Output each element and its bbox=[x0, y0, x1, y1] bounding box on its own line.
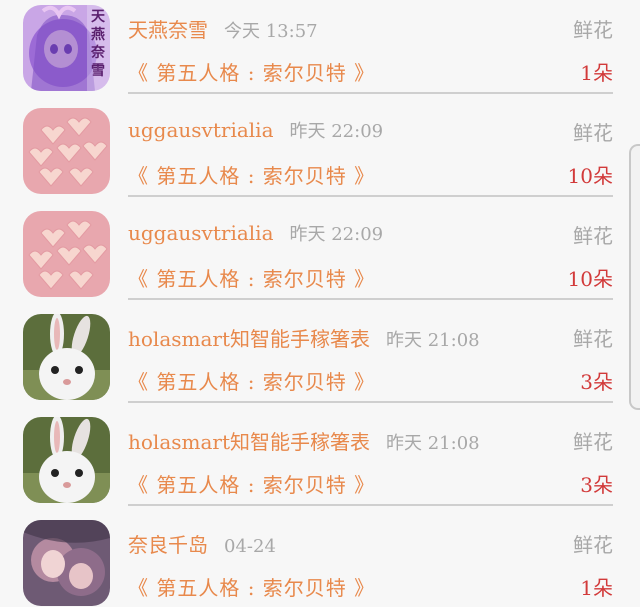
list-item[interactable]: holasmart知智能手稼箸表 昨天 21:08 鲜花 《 第五人格 : 索尔贝… bbox=[0, 309, 640, 412]
avatar[interactable] bbox=[23, 314, 110, 400]
work-title-link[interactable]: 《 第五人格 : 索尔贝特 》 bbox=[128, 263, 375, 292]
avatar[interactable] bbox=[23, 417, 110, 503]
send-time: 昨天 22:09 bbox=[289, 224, 384, 245]
work-title-link[interactable]: 《 第五人格 : 索尔贝特 》 bbox=[128, 572, 375, 601]
divider bbox=[128, 92, 613, 94]
work-title-link[interactable]: 《 第五人格 : 索尔贝特 》 bbox=[128, 160, 375, 189]
list-item[interactable]: 奈良千岛 04-24 鲜花 《 第五人格 : 索尔贝特 》 1朵 bbox=[0, 515, 640, 607]
sender-name[interactable]: uggausvtrialia 昨天 22:09 bbox=[128, 117, 383, 143]
work-title-link[interactable]: 《 第五人格 : 索尔贝特 》 bbox=[128, 469, 375, 498]
gift-quantity: 1朵 bbox=[580, 576, 613, 600]
divider bbox=[128, 504, 613, 506]
list-item[interactable]: 天燕奈雪 天燕奈雪 今天 13:57 鲜花 《 第五人格 : 索尔贝特 》 1朵 bbox=[0, 0, 640, 103]
sender-name[interactable]: 奈良千岛 04-24 bbox=[128, 529, 276, 558]
send-time: 今天 13:57 bbox=[224, 21, 318, 42]
gift-type: 鲜花 bbox=[573, 224, 613, 248]
divider bbox=[128, 195, 613, 197]
work-title-link[interactable]: 《 第五人格 : 索尔贝特 》 bbox=[128, 366, 375, 395]
send-time: 昨天 21:08 bbox=[386, 433, 480, 454]
gift-quantity: 10朵 bbox=[567, 267, 613, 291]
gift-quantity: 10朵 bbox=[567, 164, 613, 188]
list-item[interactable]: uggausvtrialia 昨天 22:09 鲜花 《 第五人格 : 索尔贝特 … bbox=[0, 206, 640, 309]
list-item[interactable]: uggausvtrialia 昨天 22:09 鲜花 《 第五人格 : 索尔贝特 … bbox=[0, 103, 640, 206]
gift-type: 鲜花 bbox=[573, 327, 613, 351]
sender-name[interactable]: 天燕奈雪 今天 13:57 bbox=[128, 14, 318, 43]
gift-quantity: 3朵 bbox=[580, 370, 613, 394]
edge-panel-handle[interactable] bbox=[629, 144, 640, 410]
list-item[interactable]: holasmart知智能手稼箸表 昨天 21:08 鲜花 《 第五人格 : 索尔贝… bbox=[0, 412, 640, 515]
avatar[interactable]: 天燕奈雪 bbox=[23, 5, 110, 91]
gift-quantity: 3朵 bbox=[580, 473, 613, 497]
gift-list: 天燕奈雪 天燕奈雪今天 13:57 鲜花 《 第五人格 : 索尔贝特 》 1朵 bbox=[0, 0, 640, 607]
gift-type: 鲜花 bbox=[573, 533, 613, 557]
send-time: 04-24 bbox=[224, 536, 276, 557]
avatar[interactable] bbox=[23, 108, 110, 194]
divider bbox=[128, 298, 613, 300]
sender-name[interactable]: uggausvtrialia 昨天 22:09 bbox=[128, 220, 383, 246]
work-title-link[interactable]: 《 第五人格 : 索尔贝特 》 bbox=[128, 57, 375, 86]
gift-quantity: 1朵 bbox=[580, 61, 613, 85]
gift-type: 鲜花 bbox=[573, 18, 613, 42]
sender-name[interactable]: holasmart知智能手稼箸表 昨天 21:08 bbox=[128, 426, 480, 455]
send-time: 昨天 21:08 bbox=[386, 330, 480, 351]
divider bbox=[128, 401, 613, 403]
gift-type: 鲜花 bbox=[573, 430, 613, 454]
avatar[interactable] bbox=[23, 211, 110, 297]
gift-type: 鲜花 bbox=[573, 121, 613, 145]
avatar-text: 天燕奈雪 bbox=[91, 9, 105, 79]
avatar[interactable] bbox=[23, 520, 110, 606]
send-time: 昨天 22:09 bbox=[289, 121, 384, 142]
sender-name[interactable]: holasmart知智能手稼箸表 昨天 21:08 bbox=[128, 323, 480, 352]
